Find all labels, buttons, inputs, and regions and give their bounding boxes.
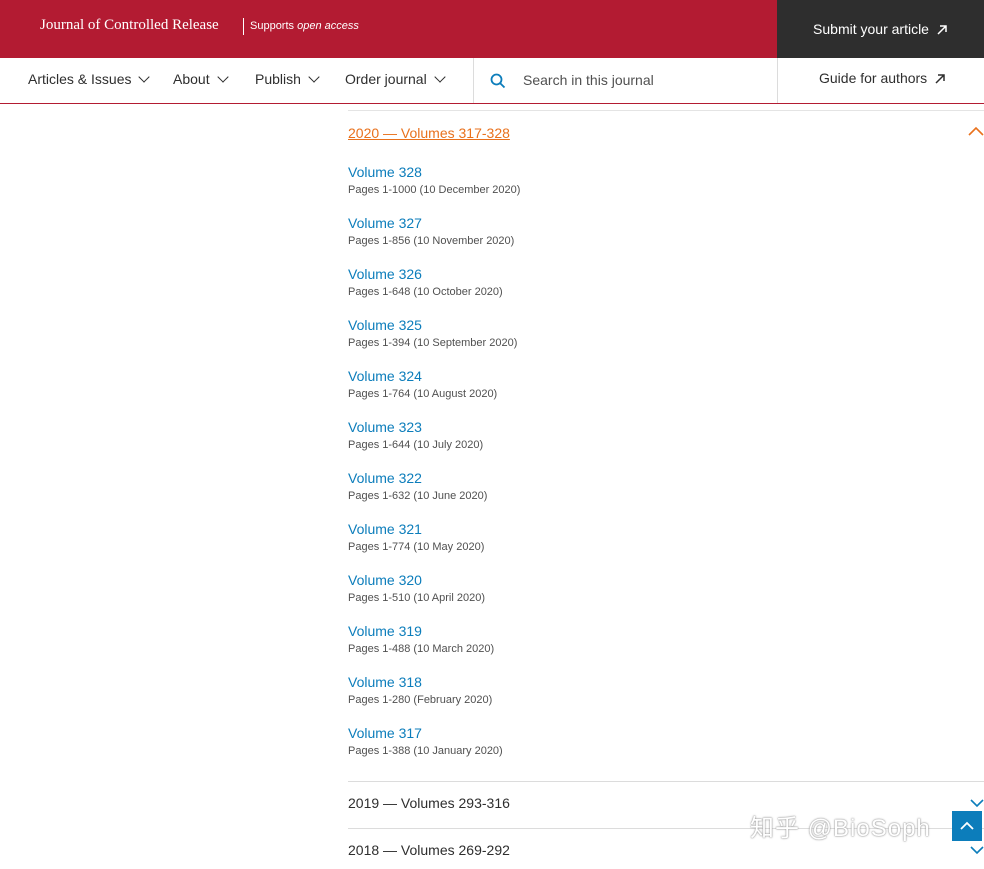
submit-article-label: Submit your article: [813, 21, 929, 37]
external-arrow-icon: [935, 74, 945, 84]
chevron-down-icon[interactable]: [970, 798, 984, 808]
watermark: 知乎 @BioSoph: [750, 815, 931, 842]
nav-divider: [473, 58, 474, 103]
search-input[interactable]: [523, 69, 763, 91]
submit-article-button[interactable]: Submit your article: [777, 0, 984, 58]
list-item: Volume 321 Pages 1-774 (10 May 2020): [348, 521, 520, 572]
nav-about[interactable]: About: [173, 71, 229, 87]
year-2019-toggle[interactable]: 2019 — Volumes 293-316: [348, 795, 510, 811]
accordion-divider: [348, 781, 984, 782]
list-item: Volume 325 Pages 1-394 (10 September 2020…: [348, 317, 520, 368]
volume-pages: Pages 1-764 (10 August 2020): [348, 388, 498, 400]
external-arrow-icon: [937, 25, 947, 35]
tagline-prefix: Supports: [250, 20, 295, 32]
volume-pages: Pages 1-644 (10 July 2020): [348, 439, 484, 451]
volume-pages: Pages 1-632 (10 June 2020): [348, 490, 488, 502]
volume-link[interactable]: Volume 322: [348, 470, 520, 486]
list-item: Volume 320 Pages 1-510 (10 April 2020): [348, 572, 520, 623]
volume-link[interactable]: Volume 323: [348, 419, 520, 435]
nav-order-journal-label: Order journal: [345, 71, 427, 87]
volume-link[interactable]: Volume 326: [348, 266, 520, 282]
list-item: Volume 324 Pages 1-764 (10 August 2020): [348, 368, 520, 419]
tagline-open-access: open access: [297, 20, 359, 32]
guide-for-authors-label: Guide for authors: [819, 70, 928, 86]
journal-title[interactable]: Journal of Controlled Release: [40, 17, 219, 34]
volume-pages: Pages 1-388 (10 January 2020): [348, 745, 503, 757]
list-item: Volume 327 Pages 1-856 (10 November 2020): [348, 215, 520, 266]
chevron-down-icon: [434, 71, 446, 83]
list-item: Volume 317 Pages 1-388 (10 January 2020): [348, 725, 520, 776]
volume-link[interactable]: Volume 325: [348, 317, 520, 333]
guide-for-authors-link[interactable]: Guide for authors: [819, 70, 946, 86]
chevron-down-icon: [308, 71, 320, 83]
volume-pages: Pages 1-648 (10 October 2020): [348, 286, 503, 298]
volume-pages: Pages 1-510 (10 April 2020): [348, 592, 485, 604]
volume-link[interactable]: Volume 328: [348, 164, 520, 180]
volume-pages: Pages 1-774 (10 May 2020): [348, 541, 485, 553]
volume-pages: Pages 1-488 (10 March 2020): [348, 643, 495, 655]
nav-articles-issues-label: Articles & Issues: [28, 71, 132, 87]
nav-publish[interactable]: Publish: [255, 71, 320, 87]
chevron-down-icon: [216, 71, 229, 83]
volume-link[interactable]: Volume 327: [348, 215, 520, 231]
year-2020-toggle[interactable]: 2020 — Volumes 317-328: [348, 125, 510, 141]
volume-list: Volume 328 Pages 1-1000 (10 December 2020…: [348, 164, 520, 776]
chevron-down-icon[interactable]: [970, 845, 984, 855]
search-icon[interactable]: [490, 73, 506, 89]
volume-pages: Pages 1-1000 (10 December 2020): [348, 184, 521, 196]
volume-link[interactable]: Volume 321: [348, 521, 520, 537]
volume-pages: Pages 1-856 (10 November 2020): [348, 235, 515, 247]
year-2018-toggle[interactable]: 2018 — Volumes 269-292: [348, 842, 510, 858]
accordion-top-divider: [348, 110, 984, 111]
volume-pages: Pages 1-394 (10 September 2020): [348, 337, 518, 349]
volume-link[interactable]: Volume 320: [348, 572, 520, 588]
chevron-up-icon: [960, 821, 974, 830]
nav-articles-issues[interactable]: Articles & Issues: [28, 71, 151, 87]
list-item: Volume 318 Pages 1-280 (February 2020): [348, 674, 520, 725]
nav-divider: [777, 58, 778, 103]
list-item: Volume 322 Pages 1-632 (10 June 2020): [348, 470, 520, 521]
list-item: Volume 319 Pages 1-488 (10 March 2020): [348, 623, 520, 674]
volume-link[interactable]: Volume 319: [348, 623, 520, 639]
nav-order-journal[interactable]: Order journal: [345, 71, 446, 87]
list-item: Volume 326 Pages 1-648 (10 October 2020): [348, 266, 520, 317]
volume-pages: Pages 1-280 (February 2020): [348, 694, 493, 706]
open-access-tagline: Supports open access: [243, 18, 359, 35]
nav-about-label: About: [173, 71, 210, 87]
list-item: Volume 323 Pages 1-644 (10 July 2020): [348, 419, 520, 470]
volume-link[interactable]: Volume 317: [348, 725, 520, 741]
chevron-up-icon[interactable]: [968, 126, 984, 136]
volume-link[interactable]: Volume 318: [348, 674, 520, 690]
nav-bar: Articles & Issues About Publish Order jo…: [0, 58, 984, 104]
volume-link[interactable]: Volume 324: [348, 368, 520, 384]
chevron-down-icon: [138, 71, 151, 83]
nav-publish-label: Publish: [255, 71, 301, 87]
list-item: Volume 328 Pages 1-1000 (10 December 2020…: [348, 164, 520, 215]
back-to-top-button[interactable]: [952, 811, 982, 841]
top-bar: Journal of Controlled Release Supports o…: [0, 0, 984, 58]
